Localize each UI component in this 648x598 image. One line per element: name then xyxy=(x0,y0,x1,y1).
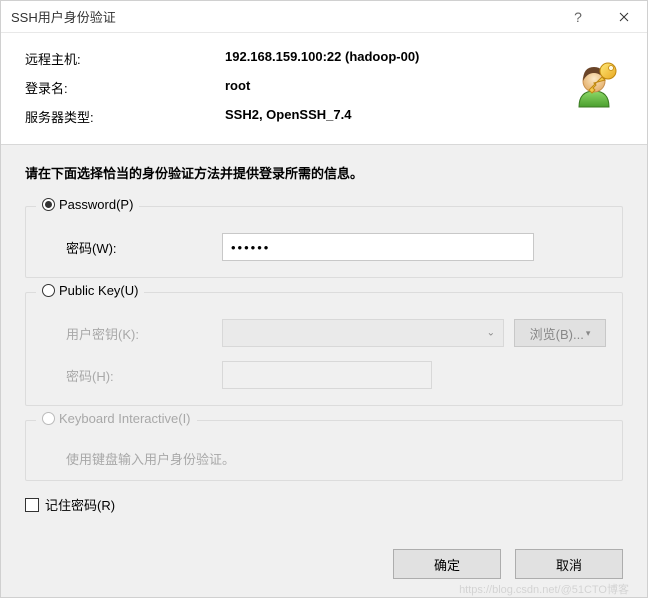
password-radio[interactable] xyxy=(42,198,55,211)
cancel-button[interactable]: 取消 xyxy=(515,549,623,579)
watermark-text: https://blog.csdn.net/@51CTO博客 xyxy=(459,581,629,597)
remember-password-row[interactable]: 记住密码(R) xyxy=(25,495,623,514)
password-input[interactable] xyxy=(222,233,534,261)
window-title: SSH用户身份验证 xyxy=(11,7,555,26)
userkey-label: 用户密钥(K): xyxy=(42,324,212,343)
keyboard-group: Keyboard Interactive(I) 使用键盘输入用户身份验证。 xyxy=(25,420,623,481)
header-panel: 远程主机: 192.168.159.100:22 (hadoop-00) 登录名… xyxy=(1,33,647,145)
password-label: 密码(W): xyxy=(42,238,212,257)
password-group: Password(P) 密码(W): xyxy=(25,206,623,278)
dropdown-arrow-icon: ▾ xyxy=(586,328,591,339)
instruction-text: 请在下面选择恰当的身份验证方法并提供登录所需的信息。 xyxy=(25,163,623,182)
key-password-label: 密码(H): xyxy=(42,366,212,385)
ok-button[interactable]: 确定 xyxy=(393,549,501,579)
dialog-body: 请在下面选择恰当的身份验证方法并提供登录所需的信息。 Password(P) 密… xyxy=(1,145,647,539)
password-radio-row[interactable]: Password(P) xyxy=(36,197,139,212)
close-icon xyxy=(619,12,629,22)
dialog-footer: 确定 取消 https://blog.csdn.net/@51CTO博客 xyxy=(1,539,647,597)
keyboard-radio[interactable] xyxy=(42,412,55,425)
help-button[interactable]: ? xyxy=(555,1,601,33)
browse-button-label: 浏览(B)... xyxy=(530,324,584,343)
publickey-group-title: Public Key(U) xyxy=(59,283,138,298)
userkey-select[interactable]: ⌄ xyxy=(222,319,504,347)
login-label: 登录名: xyxy=(25,78,225,97)
close-button[interactable] xyxy=(601,1,647,33)
key-password-input xyxy=(222,361,432,389)
keyboard-hint: 使用键盘输入用户身份验证。 xyxy=(42,449,606,468)
server-type-label: 服务器类型: xyxy=(25,107,225,126)
password-group-title: Password(P) xyxy=(59,197,133,212)
remote-host-label: 远程主机: xyxy=(25,49,225,68)
publickey-group: Public Key(U) 用户密钥(K): ⌄ 浏览(B)... ▾ 密码(H… xyxy=(25,292,623,406)
chevron-down-icon: ⌄ xyxy=(487,328,495,339)
keyboard-group-title: Keyboard Interactive(I) xyxy=(59,411,191,426)
dialog-window: SSH用户身份验证 ? 远程主机: 192.168.159.100:22 (ha… xyxy=(0,0,648,598)
remote-host-value: 192.168.159.100:22 (hadoop-00) xyxy=(225,49,419,68)
connection-info: 远程主机: 192.168.159.100:22 (hadoop-00) 登录名… xyxy=(25,49,565,126)
remember-password-label: 记住密码(R) xyxy=(45,495,115,514)
server-type-value: SSH2, OpenSSH_7.4 xyxy=(225,107,351,126)
login-value: root xyxy=(225,78,250,97)
browse-button[interactable]: 浏览(B)... ▾ xyxy=(514,319,606,347)
auth-icon xyxy=(565,53,623,111)
publickey-radio-row[interactable]: Public Key(U) xyxy=(36,283,144,298)
remember-password-checkbox[interactable] xyxy=(25,498,39,512)
publickey-radio[interactable] xyxy=(42,284,55,297)
titlebar: SSH用户身份验证 ? xyxy=(1,1,647,33)
keyboard-radio-row[interactable]: Keyboard Interactive(I) xyxy=(36,411,197,426)
